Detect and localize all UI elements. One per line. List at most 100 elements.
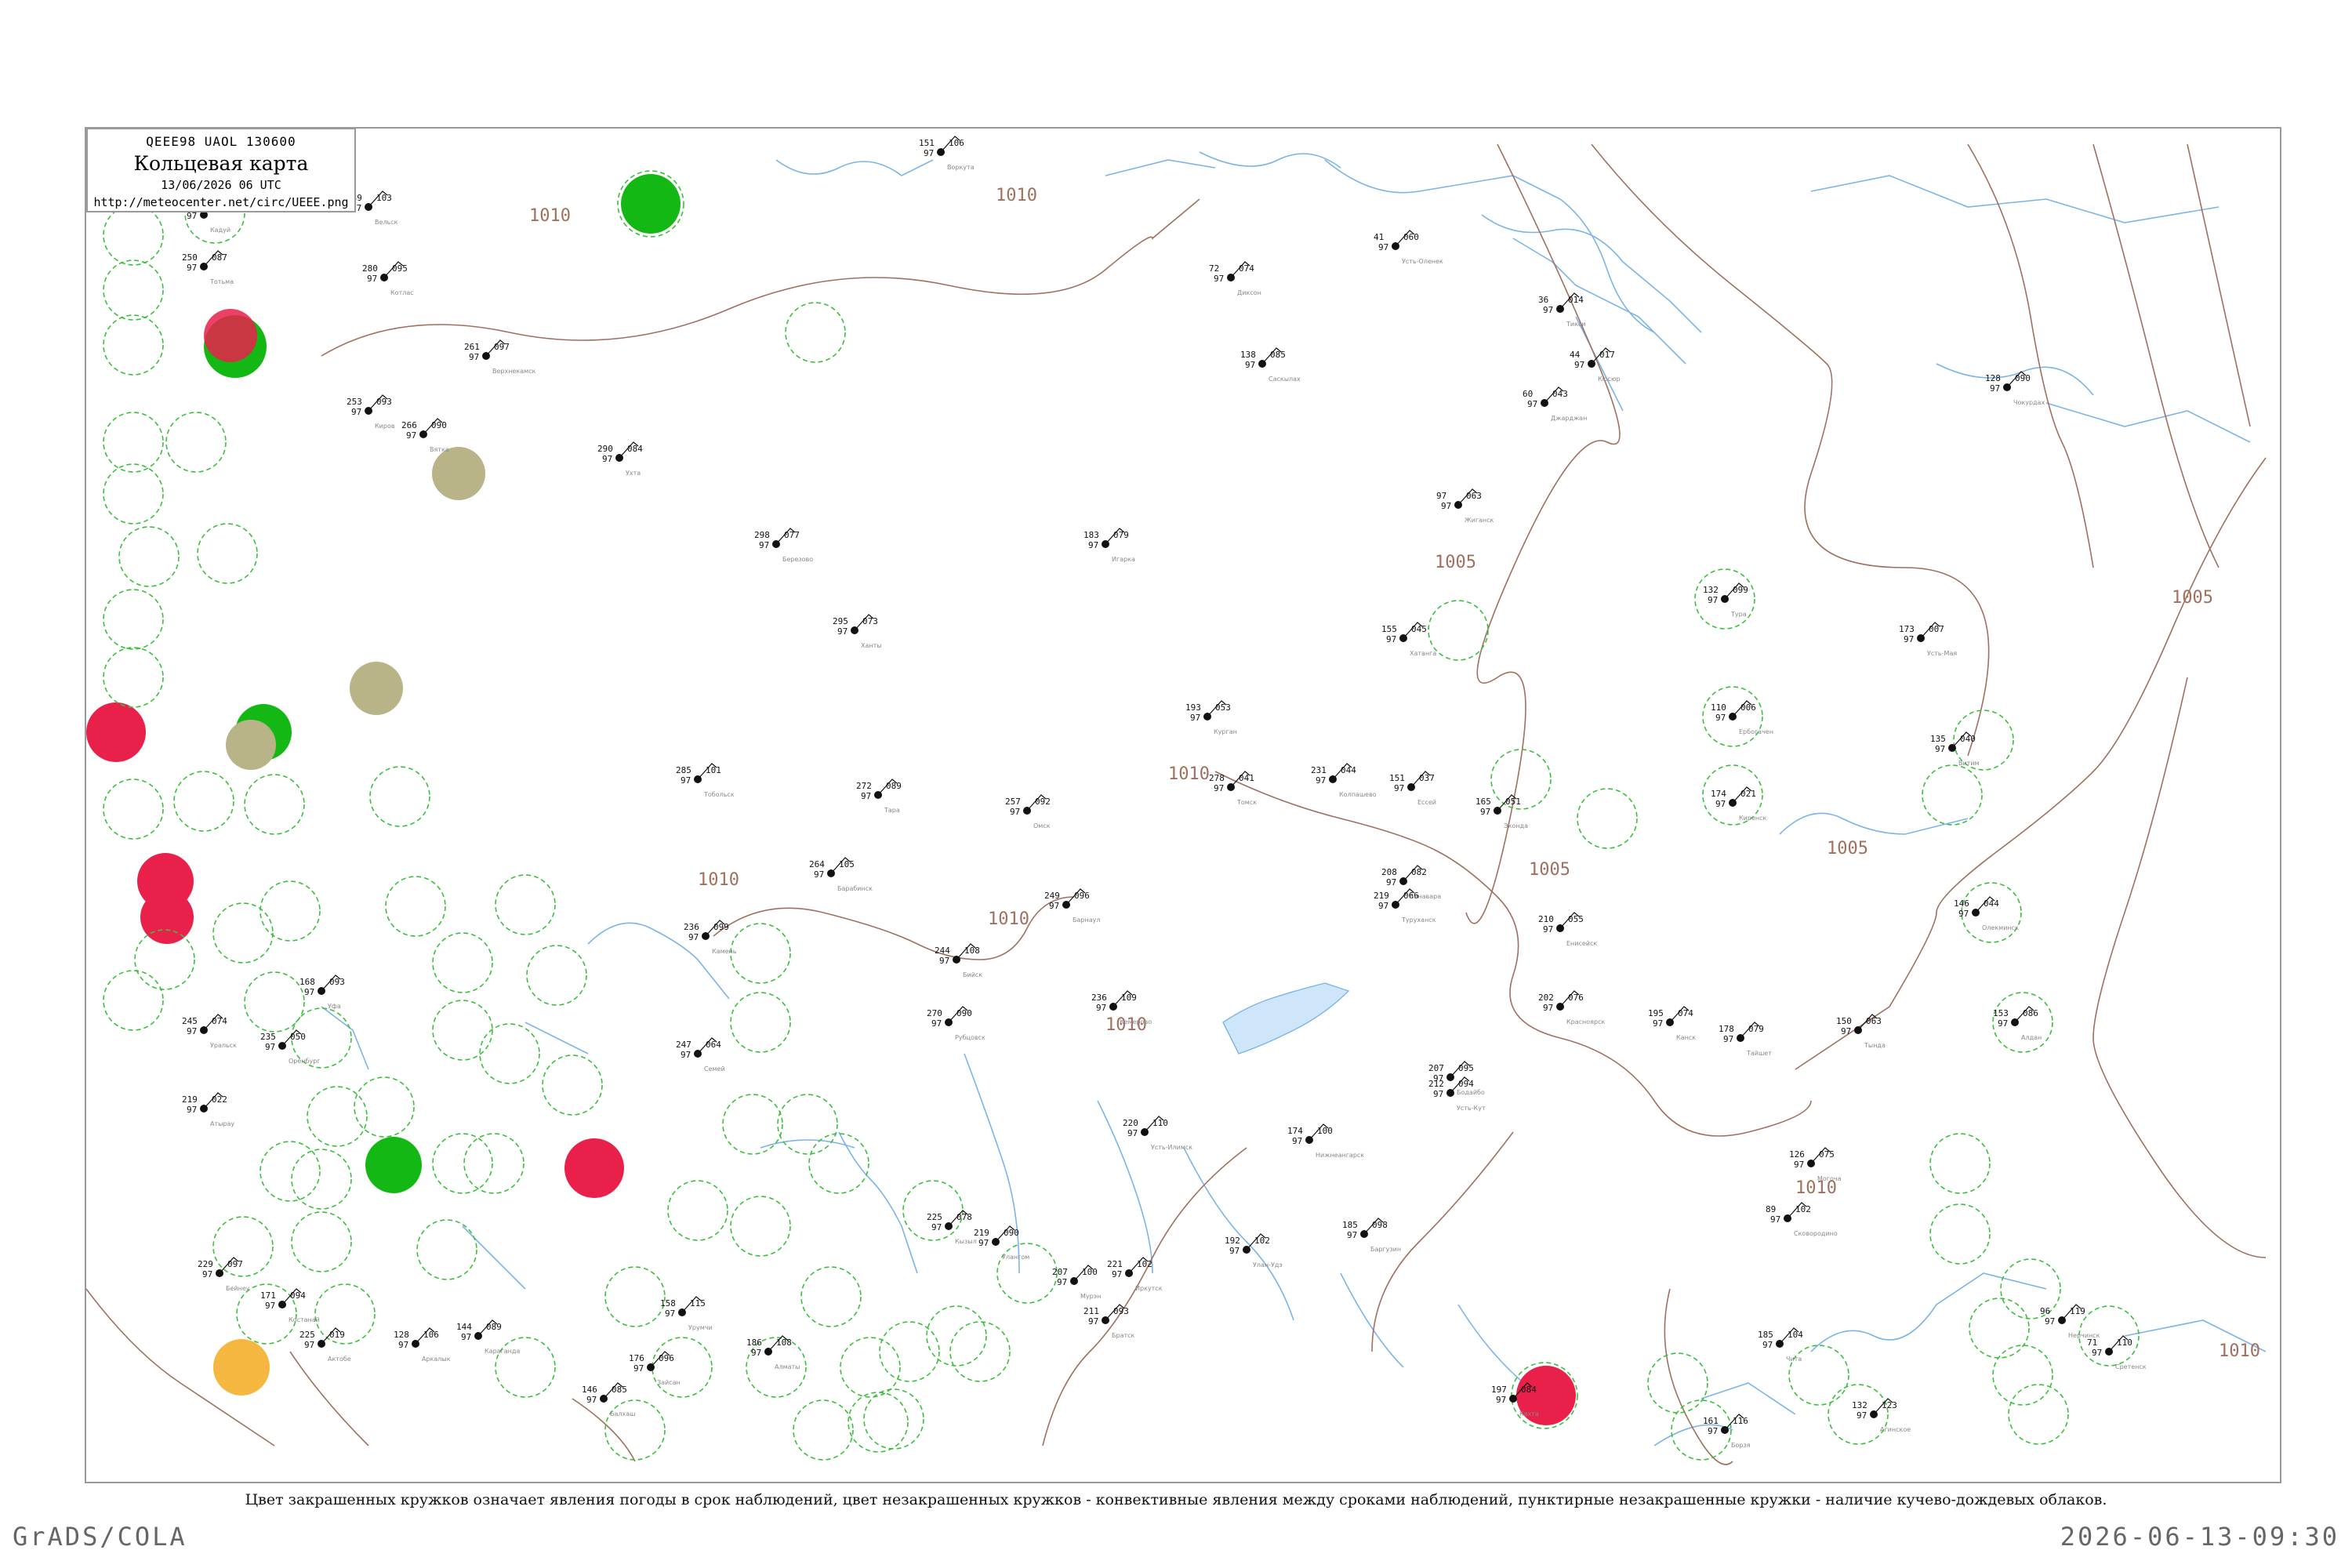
- station-plot[interactable]: 72 074 97 Диксон: [1209, 261, 1261, 296]
- station-plot[interactable]: 270 090 97 Рубцовск: [927, 1006, 985, 1041]
- station-plot[interactable]: 97 063 97 Жиганск: [1436, 488, 1494, 524]
- map-date: 13/06/2026 06 UTC: [161, 178, 281, 192]
- station-plot[interactable]: 250 087 97 Тотьма: [182, 250, 234, 285]
- station-plot[interactable]: 186 108 97 Алматы: [746, 1335, 800, 1370]
- station-plot[interactable]: 71 110 97 Сретенск: [2087, 1335, 2147, 1370]
- station-plot[interactable]: 266 090 97 Вятка: [401, 418, 449, 453]
- station-plot[interactable]: 298 077 97 Березово: [754, 528, 813, 563]
- station-visibility: 97: [461, 1332, 471, 1342]
- station-plot[interactable]: 185 098 97 Баргузин: [1342, 1218, 1401, 1253]
- station-plot[interactable]: 174 100 97 Нижнеангарск: [1287, 1123, 1364, 1159]
- station-name: Мурэн: [1080, 1293, 1101, 1300]
- station-plot[interactable]: 174 021 97 Киренск: [1711, 786, 1767, 822]
- station-plot[interactable]: 225 078 97 Кызыл: [927, 1210, 977, 1245]
- station-plot[interactable]: 235 050 97 Оренбург: [260, 1029, 320, 1065]
- station-plot[interactable]: 245 074 97 Уральск: [182, 1014, 237, 1049]
- station-name: Агинское: [1880, 1426, 1911, 1433]
- station-name: Хатанга: [1410, 650, 1436, 657]
- station-plot[interactable]: 264 105 97 Барабинск: [809, 857, 873, 892]
- station-name: Ессей: [1417, 799, 1436, 806]
- station-pressure: 073: [862, 616, 878, 626]
- station-plot[interactable]: 153 086 97 Алдан: [1993, 1006, 2042, 1041]
- station-plot[interactable]: 128 106 97 Аркалык: [394, 1327, 451, 1363]
- station-plot[interactable]: 220 110 97 Усть-Илимск: [1123, 1116, 1192, 1151]
- station-plot[interactable]: 249 096 97 Барнаул: [1044, 888, 1100, 924]
- station-plot[interactable]: 183 079 97 Игарка: [1083, 528, 1135, 563]
- station-plot[interactable]: 158 115 97 Урумчи: [660, 1296, 713, 1331]
- station-plot[interactable]: 165 051 97 Эконда: [1475, 794, 1528, 829]
- station-name: Вятка: [430, 446, 449, 453]
- station-plot[interactable]: 225 019 97 Актобе: [299, 1327, 351, 1363]
- station-plot[interactable]: 185 104 97 Чита: [1758, 1327, 1803, 1363]
- station-plot[interactable]: 210 055 97 Енисейск: [1538, 912, 1597, 947]
- station-temperature: 71: [2087, 1338, 2097, 1348]
- station-plot[interactable]: 261 097 97 Верхнекамск: [464, 339, 536, 375]
- station-plot[interactable]: 128 090 97 Чокурдах: [1985, 371, 2045, 406]
- station-pressure: 085: [612, 1385, 627, 1395]
- station-plot[interactable]: 221 102 97 Иркутск: [1107, 1257, 1163, 1292]
- station-plot[interactable]: 110 006 97 Ербогачен: [1711, 700, 1773, 735]
- station-plot[interactable]: 36 014 97 Тикси: [1538, 292, 1586, 328]
- station-plot[interactable]: 89 102 97 Сковородино: [1766, 1202, 1838, 1237]
- station-name: Ванавара: [1410, 893, 1441, 900]
- station-plot[interactable]: 144 089 97 Караганда: [456, 1319, 520, 1355]
- station-plot[interactable]: 151 037 97 Ессей: [1389, 771, 1436, 806]
- station-plot[interactable]: 285 101 97 Тобольск: [676, 763, 735, 798]
- station-name: Усть-Кут: [1457, 1105, 1486, 1112]
- station-pressure: 090: [956, 1008, 972, 1018]
- station-plot[interactable]: 208 082 97 Ванавара: [1381, 865, 1441, 900]
- station-plot[interactable]: 231 044 97 Колпашево: [1311, 763, 1377, 798]
- station-temperature: 174: [1287, 1126, 1303, 1136]
- station-plot[interactable]: 202 076 97 Красноярск: [1538, 990, 1605, 1025]
- station-visibility: 97: [1708, 595, 1718, 605]
- station-plot[interactable]: 41 060 97 Усть-Оленек: [1374, 230, 1443, 265]
- map-url[interactable]: http://meteocenter.net/circ/UEEE.png: [88, 195, 354, 209]
- station-plot[interactable]: 138 085 97 Саскылах: [1240, 347, 1301, 383]
- station-plot[interactable]: 60 043 97 Джарджан: [1523, 387, 1587, 422]
- station-plot[interactable]: 44 017 97 Кюсюр: [1570, 347, 1621, 383]
- station-temperature: 270: [927, 1008, 942, 1018]
- station-plot[interactable]: 219 022 97 Атырау: [182, 1092, 234, 1127]
- station-plot[interactable]: 146 044 97 Олекминск: [1954, 896, 2019, 931]
- station-plot[interactable]: 195 074 97 Канск: [1648, 1006, 1696, 1041]
- station-plot[interactable]: 150 063 97 Тында: [1836, 1014, 1886, 1049]
- rain-circle: [365, 1137, 422, 1193]
- station-plot[interactable]: 135 040 97 Витим: [1930, 731, 1980, 767]
- station-plot[interactable]: 244 108 97 Бийск: [935, 943, 982, 978]
- station-pressure: 109: [1121, 993, 1137, 1003]
- station-plot[interactable]: 272 089 97 Тара: [856, 779, 902, 814]
- station-plot[interactable]: 236 109 97 Кемерово: [1091, 990, 1152, 1025]
- station-plot[interactable]: 236 099 97 Камень: [684, 920, 737, 955]
- station-plot[interactable]: 211 093 97 Братск: [1083, 1304, 1135, 1339]
- station-plot[interactable]: 146 085 97 Балхаш: [582, 1382, 635, 1417]
- station-plot[interactable]: 207 100 97 Мурэн: [1052, 1265, 1101, 1300]
- station-plot[interactable]: 192 102 97 Улан-Удэ: [1225, 1233, 1283, 1269]
- station-plot[interactable]: 257 092 97 Омск: [1005, 794, 1051, 829]
- station-plot[interactable]: 295 073 97 Ханты: [833, 614, 882, 649]
- isobar-label: 1005: [1435, 553, 1476, 572]
- station-plot[interactable]: 247 064 97 Семей: [676, 1037, 725, 1073]
- station-plot[interactable]: 253 093 97 Киров: [347, 394, 395, 430]
- station-visibility: 97: [187, 1026, 197, 1036]
- station-temperature: 185: [1758, 1330, 1773, 1340]
- station-plot[interactable]: 171 094 97 Костанай: [260, 1288, 320, 1323]
- station-name: Ербогачен: [1739, 728, 1773, 735]
- station-plot[interactable]: 193 053 97 Курган: [1185, 700, 1237, 735]
- station-temperature: 110: [1711, 702, 1726, 713]
- station-plot[interactable]: 151 106 97 Воркута: [919, 136, 975, 171]
- station-name: Витим: [1958, 760, 1980, 767]
- station-plot[interactable]: 96 11997Нерчинск: [2040, 1304, 2100, 1339]
- station-plot[interactable]: 132 123 97 Агинское: [1852, 1398, 1911, 1433]
- station-plot[interactable]: 229 097 97 Бейнеу: [198, 1257, 250, 1292]
- station-plot[interactable]: 173 007 97 Усть-Мая: [1899, 622, 1957, 657]
- weather-map[interactable]: 1010 1010 1010 1010 1005 1005 1005 1010 …: [86, 129, 2280, 1482]
- station-temperature: 144: [456, 1322, 472, 1332]
- station-plot[interactable]: 278 041 97 Томск: [1209, 771, 1257, 806]
- station-plot[interactable]: 280 095 97 Котлас: [362, 261, 414, 296]
- station-plot[interactable]: 178 079 97 Тайшет: [1719, 1022, 1772, 1057]
- station-plot[interactable]: 290 084 97 Ухта: [597, 441, 643, 477]
- station-plot[interactable]: 132 099 97 Тура: [1703, 583, 1748, 618]
- station-plot[interactable]: 161 116 97 Борзя: [1703, 1414, 1751, 1449]
- station-plot[interactable]: 126 075 97 Могоча: [1789, 1147, 1842, 1182]
- station-plot[interactable]: 168 093 97 Уфа: [299, 975, 345, 1010]
